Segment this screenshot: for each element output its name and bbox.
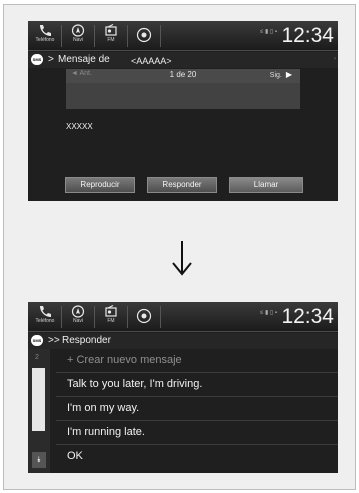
fm-label: FM	[107, 37, 115, 43]
divider	[61, 306, 62, 328]
status-bar: Teléfono Navi FM ≤ ▮ ▯ ▪ 12:34	[28, 302, 338, 332]
navi-label: Navi	[72, 37, 83, 43]
list-item-label: + Crear nuevo mensaje	[67, 354, 182, 366]
list-item[interactable]: I'm on my way.	[56, 398, 338, 421]
phone-icon	[40, 306, 51, 317]
audio-icon	[136, 308, 152, 324]
phone-label: Teléfono	[35, 37, 55, 43]
message-body: XXXXX	[66, 122, 93, 131]
list-item-label: I'm running late.	[67, 426, 145, 438]
signal-indicator: ≤ ▮ ▯ ▪	[260, 310, 278, 316]
play-button[interactable]: Reproducir	[65, 177, 135, 193]
scroll-position: 2	[35, 354, 39, 361]
scroll-thumb[interactable]	[32, 368, 45, 431]
list-item[interactable]: OK	[56, 446, 338, 469]
message-header	[66, 83, 300, 109]
call-button[interactable]: Llamar	[229, 177, 303, 193]
sms-icon: SMS	[31, 54, 43, 65]
radio-icon	[105, 305, 117, 317]
page-title: Mensaje de	[58, 54, 110, 65]
divider	[127, 306, 128, 328]
divider	[160, 25, 161, 47]
divider	[94, 306, 95, 328]
navi-label: Navi	[72, 318, 83, 324]
back-chevron[interactable]: >	[48, 53, 54, 67]
page-title: Responder	[62, 335, 111, 346]
fm-button[interactable]: FM	[97, 304, 125, 329]
fm-button[interactable]: FM	[97, 23, 125, 48]
reply-screen: Teléfono Navi FM ≤ ▮ ▯ ▪ 12:34 SMS >> Re…	[28, 302, 338, 473]
audio-button[interactable]	[130, 23, 158, 48]
message-navigation: ◄ Ant. 1 de 20 Sig. ▶	[66, 69, 300, 83]
navi-button[interactable]: Navi	[64, 304, 92, 329]
navi-button[interactable]: Navi	[64, 23, 92, 48]
next-message-button[interactable]: Sig. ▶	[270, 70, 292, 79]
navi-icon	[71, 24, 85, 37]
clock: 12:34	[281, 24, 334, 47]
phone-label: Teléfono	[35, 318, 55, 324]
chevron-right-icon: ›	[334, 56, 336, 62]
audio-button[interactable]	[130, 304, 158, 329]
title-bar: SMS >> Responder	[28, 333, 338, 349]
fm-label: FM	[107, 318, 115, 324]
phone-button[interactable]: Teléfono	[31, 23, 59, 48]
clock: 12:34	[281, 305, 334, 328]
list-item-create-new[interactable]: + Crear nuevo mensaje	[56, 350, 338, 373]
navi-icon	[71, 305, 85, 318]
status-bar: Teléfono Navi FM ≤ ▮ ▯ ▪ 12:34	[28, 21, 338, 51]
page-indicator: 1 de 20	[169, 70, 197, 79]
sender-name: <AAAAA>	[131, 56, 172, 66]
sms-icon: SMS	[31, 335, 43, 346]
list-item[interactable]: Talk to you later, I'm driving.	[56, 374, 338, 397]
signal-indicator: ≤ ▮ ▯ ▪	[260, 29, 278, 35]
phone-icon	[40, 25, 51, 36]
reply-button[interactable]: Responder	[147, 177, 217, 193]
list-item[interactable]: I'm running late.	[56, 422, 338, 445]
scroll-down-icon[interactable]: ⯯	[32, 452, 46, 468]
list-item-label: Talk to you later, I'm driving.	[67, 378, 203, 390]
next-label: Sig.	[269, 72, 282, 79]
radio-icon	[105, 24, 117, 36]
message-screen: Teléfono Navi FM ≤ ▮ ▯ ▪ 12:34 SMS > Men…	[28, 21, 338, 201]
divider	[127, 25, 128, 47]
title-bar: SMS > Mensaje de <AAAAA> ›	[28, 52, 338, 68]
list-item-label: I'm on my way.	[67, 402, 140, 414]
audio-icon	[136, 27, 152, 43]
down-arrow-icon	[172, 241, 192, 276]
divider	[160, 306, 161, 328]
phone-button[interactable]: Teléfono	[31, 304, 59, 329]
divider	[94, 25, 95, 47]
divider	[61, 25, 62, 47]
play-right-icon: ▶	[285, 70, 292, 79]
back-chevron[interactable]: >>	[48, 334, 60, 348]
list-item-label: OK	[67, 450, 83, 462]
